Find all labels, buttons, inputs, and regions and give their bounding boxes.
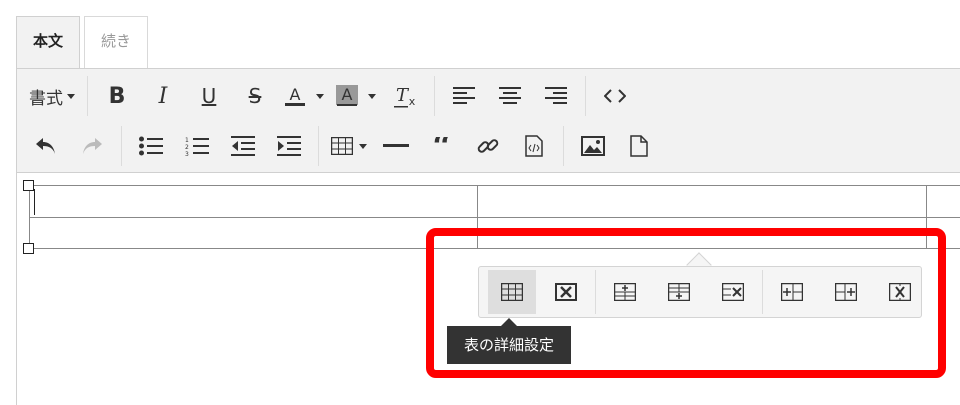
link-icon [477, 139, 499, 153]
redo-button[interactable] [75, 129, 109, 163]
resize-handle-top-left[interactable] [23, 180, 34, 191]
table-properties-icon [501, 283, 523, 301]
svg-text:x: x [409, 95, 416, 108]
embed-code-button[interactable] [517, 129, 551, 163]
strikethrough-button[interactable]: S [238, 79, 272, 113]
undo-icon [36, 138, 55, 154]
blockquote-icon: “ [432, 137, 452, 155]
background-color-icon: A [336, 85, 358, 106]
align-left-button[interactable] [447, 79, 481, 113]
redo-icon [83, 138, 102, 154]
format-dropdown-label: 書式 [29, 88, 63, 109]
table-row-divider [30, 217, 960, 218]
svg-text:A: A [290, 85, 301, 104]
source-code-button[interactable] [598, 79, 632, 113]
tooltip: 表の詳細設定 [447, 326, 571, 364]
horizontal-rule-icon [383, 144, 409, 147]
indent-button[interactable] [272, 129, 306, 163]
insert-column-before-icon [781, 283, 803, 301]
horizontal-rule-button[interactable] [379, 129, 413, 163]
insert-column-after-icon [835, 283, 857, 301]
delete-column-button[interactable] [876, 270, 924, 314]
svg-text:3: 3 [185, 151, 189, 156]
editor-tabs: 本文 続き [16, 16, 152, 69]
table-properties-button[interactable] [488, 270, 536, 314]
align-right-button[interactable] [539, 79, 573, 113]
clear-formatting-icon: T x [394, 85, 416, 108]
bold-icon: B [108, 83, 126, 109]
source-code-icon [604, 89, 626, 103]
svg-text:A: A [342, 85, 353, 104]
image-icon [581, 136, 605, 156]
blockquote-button[interactable]: “ [425, 129, 459, 163]
chevron-down-icon [368, 93, 376, 99]
insert-file-button[interactable] [622, 129, 656, 163]
format-dropdown[interactable]: 書式 [29, 79, 75, 113]
underline-button[interactable]: U [192, 79, 226, 113]
tab-body[interactable]: 本文 [16, 16, 81, 69]
tooltip-arrow [501, 318, 517, 326]
tab-continuation[interactable]: 続き [84, 16, 149, 69]
chevron-down-icon [316, 93, 324, 99]
italic-button[interactable]: I [146, 79, 180, 113]
insert-image-button[interactable] [576, 129, 610, 163]
embed-code-icon [525, 135, 543, 157]
underline-icon: U [201, 84, 217, 108]
text-color-icon: A [285, 85, 305, 106]
file-icon [630, 135, 648, 157]
svg-text:1: 1 [185, 137, 189, 144]
bullet-list-icon [139, 136, 163, 156]
numbered-list-button[interactable]: 1 2 3 [180, 129, 214, 163]
numbered-list-icon: 1 2 3 [185, 137, 209, 156]
insert-row-after-icon [668, 283, 690, 301]
delete-column-icon [889, 283, 911, 301]
delete-table-icon [555, 283, 577, 301]
undo-button[interactable] [29, 129, 63, 163]
editor-toolbar: 書式 B I U S A A T x 1 2 3 [17, 69, 960, 173]
insert-row-before-button[interactable] [601, 270, 649, 314]
delete-table-button[interactable] [542, 270, 590, 314]
toolbar-row-2: 1 2 3 [17, 121, 668, 171]
italic-icon: I [158, 83, 168, 109]
indent-icon [277, 136, 301, 156]
chevron-down-icon [359, 143, 367, 149]
delete-row-icon [722, 283, 744, 301]
insert-column-before-button[interactable] [768, 270, 816, 314]
resize-handle-bottom-left[interactable] [23, 243, 34, 254]
outdent-icon [231, 136, 255, 156]
toolbar-row-1: 書式 B I U S A A T x [17, 71, 644, 121]
text-color-button[interactable]: A [284, 79, 324, 113]
delete-row-button[interactable] [709, 270, 757, 314]
table-button[interactable] [331, 129, 367, 163]
align-left-icon [453, 87, 475, 104]
clear-formatting-button[interactable]: T x [388, 79, 422, 113]
align-center-icon [499, 87, 521, 104]
bold-button[interactable]: B [100, 79, 134, 113]
insert-column-after-button[interactable] [822, 270, 870, 314]
background-color-button[interactable]: A [336, 79, 376, 113]
align-center-button[interactable] [493, 79, 527, 113]
table-context-toolbar [478, 266, 922, 318]
insert-row-after-button[interactable] [655, 270, 703, 314]
insert-row-before-icon [614, 283, 636, 301]
strikethrough-icon: S [248, 84, 262, 108]
bullet-list-button[interactable] [134, 129, 168, 163]
text-cursor [34, 189, 35, 215]
outdent-button[interactable] [226, 129, 260, 163]
svg-text:2: 2 [185, 144, 189, 151]
chevron-down-icon [67, 93, 75, 99]
table-icon [331, 137, 353, 155]
link-button[interactable] [471, 129, 505, 163]
align-right-icon [545, 87, 567, 104]
